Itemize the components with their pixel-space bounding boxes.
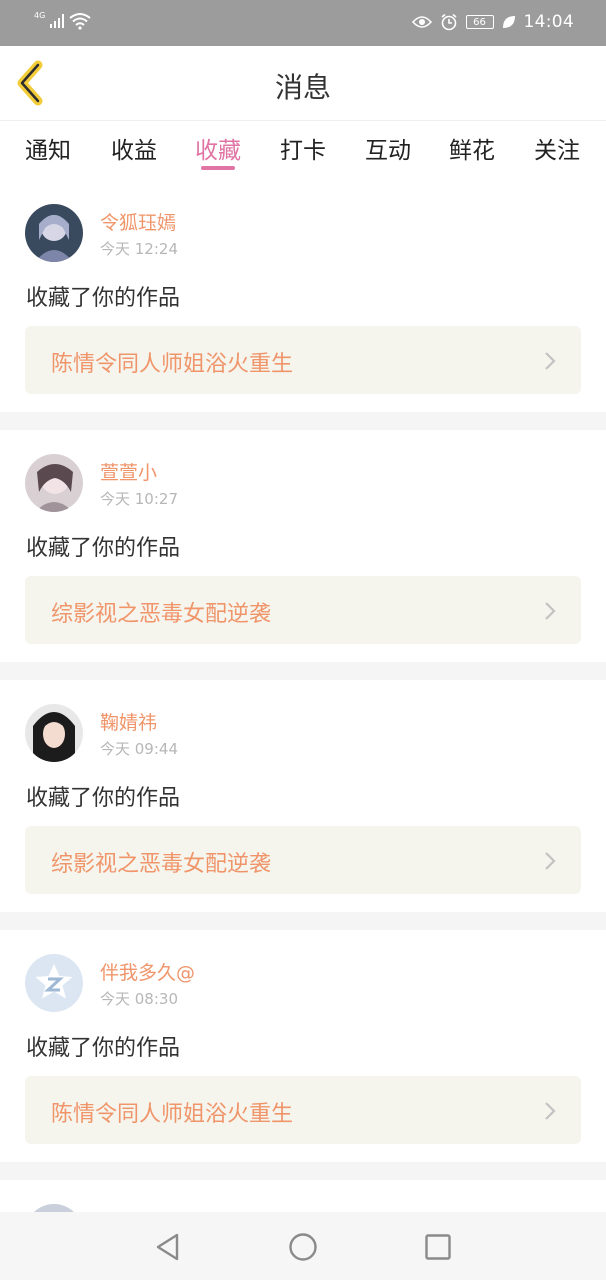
tab-notifications[interactable]: 通知 — [13, 131, 83, 165]
username[interactable]: 伴我多久@ — [100, 958, 195, 985]
tab-checkin[interactable]: 打卡 — [268, 131, 338, 165]
status-right: 66 14:04 — [411, 12, 575, 32]
work-title: 综影视之恶毒女配逆袭 — [51, 602, 272, 627]
tab-earnings[interactable]: 收益 — [99, 131, 169, 165]
nav-back-icon[interactable] — [153, 1232, 183, 1262]
tab-bar: 通知 收益 收藏 打卡 互动 鲜花 关注 — [0, 121, 606, 177]
message-item: 伴我多久@ 今天 08:30 收藏了你的作品 陈情令同人师姐浴火重生 — [0, 930, 606, 1162]
action-text: 收藏了你的作品 — [26, 286, 181, 311]
header: 消息 — [0, 46, 606, 121]
message-item: 萱萱小 今天 10:27 收藏了你的作品 综影视之恶毒女配逆袭 — [0, 430, 606, 662]
message-item: 令狐珏嫣 今天 12:24 收藏了你的作品 陈情令同人师姐浴火重生 — [0, 180, 606, 412]
message-item: 鞠婧祎 今天 09:44 收藏了你的作品 综影视之恶毒女配逆袭 — [0, 680, 606, 912]
avatar[interactable] — [25, 954, 83, 1012]
work-link[interactable]: 陈情令同人师姐浴火重生 — [25, 1076, 581, 1144]
divider — [0, 1162, 606, 1180]
work-link[interactable]: 陈情令同人师姐浴火重生 — [25, 326, 581, 394]
message-item — [0, 1180, 606, 1212]
timestamp: 今天 09:44 — [100, 740, 178, 758]
chevron-right-icon — [545, 352, 556, 370]
username[interactable]: 鞠婧祎 — [100, 708, 157, 735]
avatar[interactable] — [25, 704, 83, 762]
timestamp: 今天 12:24 — [100, 240, 178, 258]
status-bar: 4G 66 14:04 — [0, 0, 606, 46]
network-type: 4G — [34, 10, 46, 20]
nav-recents-icon[interactable] — [423, 1232, 453, 1262]
leaf-icon — [502, 16, 515, 28]
avatar[interactable] — [25, 454, 83, 512]
eye-icon — [411, 16, 432, 28]
tab-follow[interactable]: 关注 — [522, 131, 592, 165]
username[interactable]: 萱萱小 — [100, 458, 157, 485]
work-link[interactable]: 综影视之恶毒女配逆袭 — [25, 826, 581, 894]
timestamp: 今天 08:30 — [100, 990, 178, 1008]
work-title: 陈情令同人师姐浴火重生 — [51, 352, 294, 377]
nav-home-icon[interactable] — [288, 1232, 318, 1262]
status-time: 14:04 — [523, 12, 574, 32]
navigation-bar — [0, 1212, 606, 1280]
divider — [0, 912, 606, 930]
action-text: 收藏了你的作品 — [26, 786, 181, 811]
signal-icon — [50, 14, 65, 28]
tab-interaction[interactable]: 互动 — [353, 131, 423, 165]
avatar[interactable] — [25, 204, 83, 262]
divider — [0, 662, 606, 680]
work-title: 综影视之恶毒女配逆袭 — [51, 852, 272, 877]
chevron-right-icon — [545, 602, 556, 620]
alarm-icon — [440, 13, 457, 31]
wifi-icon — [69, 13, 91, 30]
action-text: 收藏了你的作品 — [26, 536, 181, 561]
battery-icon: 66 — [465, 15, 494, 29]
avatar[interactable] — [25, 1204, 83, 1212]
timestamp: 今天 10:27 — [100, 490, 178, 508]
chevron-right-icon — [545, 1102, 556, 1120]
work-link[interactable]: 综影视之恶毒女配逆袭 — [25, 576, 581, 644]
divider — [0, 412, 606, 430]
chevron-right-icon — [545, 852, 556, 870]
active-tab-indicator — [201, 166, 235, 170]
action-text: 收藏了你的作品 — [26, 1036, 181, 1061]
status-left: 4G — [34, 10, 91, 30]
tab-favorites[interactable]: 收藏 — [183, 131, 253, 165]
work-title: 陈情令同人师姐浴火重生 — [51, 1102, 294, 1127]
username[interactable]: 令狐珏嫣 — [100, 208, 176, 235]
page-title: 消息 — [274, 71, 331, 104]
tab-flowers[interactable]: 鲜花 — [437, 131, 507, 165]
